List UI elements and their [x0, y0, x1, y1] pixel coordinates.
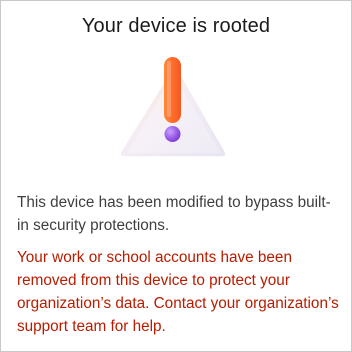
rooted-device-dialog: Your device is rooted This device has be…: [0, 0, 352, 352]
dialog-title: Your device is rooted: [81, 15, 271, 37]
device-modified-description: This device has been modified to bypass …: [17, 194, 331, 234]
accounts-removed-alert: Your work or school accounts have been r…: [17, 249, 339, 335]
warning-exclamation-icon: [119, 57, 227, 158]
